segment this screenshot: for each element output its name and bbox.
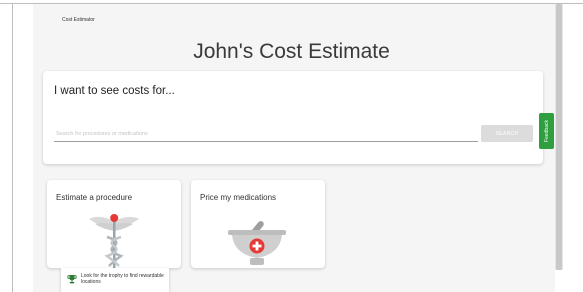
- search-heading: I want to see costs for...: [54, 85, 175, 97]
- breadcrumb[interactable]: Cost Estimator: [62, 17, 95, 23]
- search-button[interactable]: SEARCH: [481, 125, 533, 142]
- trophy-tooltip: Look for the trophy to find rewardable l…: [61, 268, 169, 292]
- search-input[interactable]: [54, 127, 478, 142]
- caduceus-icon: [89, 214, 139, 268]
- trophy-icon: [67, 275, 77, 284]
- feedback-tab[interactable]: Feedback: [539, 113, 554, 149]
- estimate-procedure-card[interactable]: Estimate a procedure: [47, 180, 181, 268]
- page-title: John's Cost Estimate: [193, 40, 390, 63]
- mortar-pestle-icon: [228, 221, 286, 265]
- tooltip-text: Look for the trophy to find rewardable l…: [81, 273, 164, 285]
- price-medications-card[interactable]: Price my medications: [191, 180, 325, 268]
- feedback-label: Feedback: [543, 120, 550, 142]
- search-card: I want to see costs for... SEARCH: [43, 71, 543, 164]
